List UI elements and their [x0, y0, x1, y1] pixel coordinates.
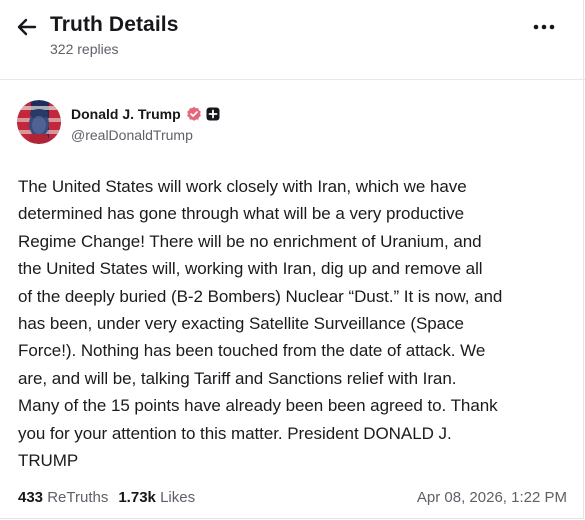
arrow-left-icon	[17, 18, 37, 36]
likes-count: 1.73k	[118, 489, 156, 506]
likes-label: Likes	[160, 489, 196, 506]
reply-count: 322 replies	[50, 41, 119, 57]
profile-photo	[17, 100, 61, 144]
author-name[interactable]: Donald J. Trump	[71, 106, 181, 122]
avatar[interactable]	[17, 100, 61, 144]
header-divider	[0, 79, 585, 80]
verified-badge-icon	[186, 106, 202, 122]
retruths-stat[interactable]: 433 ReTruths	[18, 489, 108, 506]
author-handle: @realDonaldTrump	[71, 127, 193, 143]
post-timestamp: Apr 08, 2026, 1:22 PM	[416, 489, 567, 506]
post-stats: 433 ReTruths 1.73k Likes	[18, 489, 195, 506]
likes-stat[interactable]: 1.73k Likes	[118, 489, 195, 506]
page-header: Truth Details 322 replies	[0, 0, 585, 80]
plus-badge-icon	[206, 107, 220, 121]
post-text: The United States will work closely with…	[18, 177, 503, 471]
retruths-count: 433	[18, 489, 44, 506]
more-options-button[interactable]	[530, 20, 558, 34]
page-title: Truth Details	[50, 13, 179, 36]
more-horizontal-icon	[533, 24, 555, 30]
back-button[interactable]	[14, 14, 42, 40]
retruths-label: ReTruths	[47, 489, 109, 506]
